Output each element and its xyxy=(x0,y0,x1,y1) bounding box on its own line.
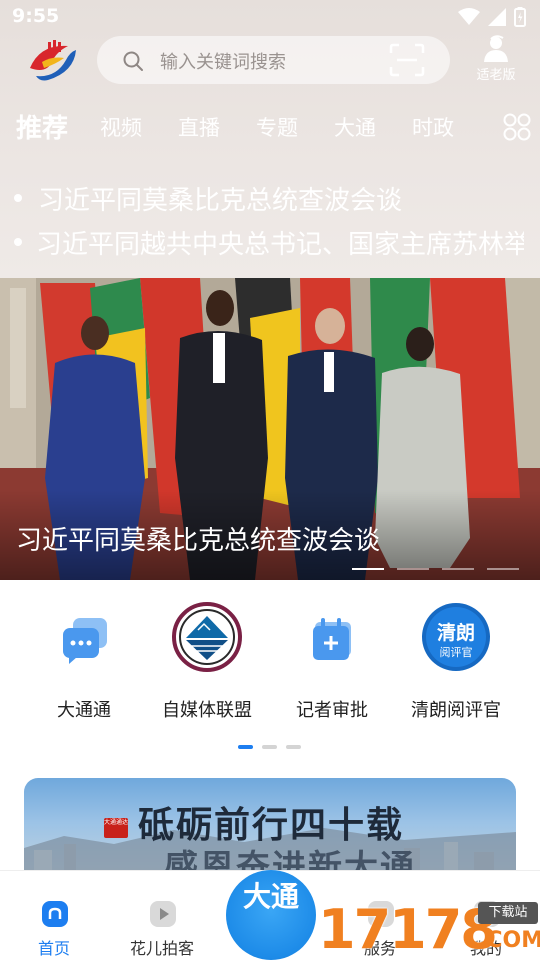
logo-text-sub: 阅评官 xyxy=(440,645,473,659)
ticker-text: 习近平同莫桑比克总统查波会谈 xyxy=(38,186,403,216)
tab-live[interactable]: 直播 xyxy=(178,112,220,142)
promo-banner[interactable]: 大通通达 砥砺前行四十载 感恩奋进新大通 xyxy=(24,778,516,878)
banner-dot xyxy=(352,568,384,570)
banner-caption: 习近平同莫桑比克总统查波会谈 xyxy=(16,526,381,556)
search-icon xyxy=(123,51,143,71)
ticker-item[interactable]: 习近平同莫桑比克总统查波会谈 xyxy=(14,176,524,216)
quick-link-reporter-approval[interactable]: 记者审批 xyxy=(272,600,392,730)
signal-icon xyxy=(488,8,506,26)
ticker-item[interactable]: 习近平同越共中央总书记、国家主席苏林举行会谈 xyxy=(14,220,524,260)
banner-indicator xyxy=(352,568,522,572)
quick-link-label: 记者审批 xyxy=(296,700,368,721)
status-icons xyxy=(458,7,526,27)
site-watermark: 17178 下载站 .COM xyxy=(318,898,540,960)
video-play-icon xyxy=(150,901,176,927)
headline-banner[interactable]: 习近平同莫桑比克总统查波会谈 xyxy=(0,278,540,580)
status-bar: 9:55 xyxy=(0,0,540,34)
tab-topics[interactable]: 专题 xyxy=(256,112,298,142)
media-alliance-logo xyxy=(172,602,242,672)
logo-text-main: 清朗 xyxy=(437,621,475,644)
elder-mode-icon xyxy=(484,35,508,62)
quick-link-label: 自媒体联盟 xyxy=(162,700,252,721)
center-button-label: 大通 xyxy=(242,880,299,913)
pager-dot xyxy=(238,745,253,749)
quick-link-datongtong[interactable]: 大通通 xyxy=(24,600,144,730)
tab-label: 首页 xyxy=(37,939,70,958)
banner-dot xyxy=(442,568,474,570)
pager-dot xyxy=(286,745,301,749)
home-icon xyxy=(42,901,68,927)
search-input[interactable]: 输入关键词搜索 xyxy=(160,48,286,74)
banner-dot xyxy=(487,568,519,570)
calendar-add-icon xyxy=(313,618,351,660)
pager-dot xyxy=(262,745,277,749)
bullet-icon xyxy=(14,194,22,202)
tab-huaer-paike[interactable]: 花儿拍客 xyxy=(112,871,212,960)
quick-link-label: 大通通 xyxy=(57,700,111,721)
scan-icon[interactable] xyxy=(389,43,425,77)
tab-politics[interactable]: 时政 xyxy=(412,112,454,142)
qinglang-reviewer-logo: 清朗 阅评官 xyxy=(422,603,490,671)
status-time: 9:55 xyxy=(12,5,60,27)
channel-tabs: 推荐 视频 直播 专题 大通 时政 xyxy=(0,106,500,150)
quick-link-label: 清朗阅评官 xyxy=(411,700,501,721)
tab-recommend[interactable]: 推荐 xyxy=(16,108,68,145)
tab-home[interactable]: 首页 xyxy=(4,871,104,960)
banner-dot xyxy=(397,568,429,570)
wifi-icon xyxy=(458,8,480,25)
ticker-text: 习近平同越共中央总书记、国家主席苏林举行会谈 xyxy=(36,230,524,260)
watermark-digits: 17178 xyxy=(318,898,498,960)
app-logo[interactable] xyxy=(26,38,78,84)
battery-icon xyxy=(514,7,526,27)
news-ticker: 习近平同莫桑比克总统查波会谈 习近平同越共中央总书记、国家主席苏林举行会谈 xyxy=(0,172,540,264)
elder-mode-button[interactable]: 适老版 xyxy=(468,34,524,86)
center-datong-button[interactable]: 大通 xyxy=(226,870,316,960)
tab-video[interactable]: 视频 xyxy=(100,112,142,142)
quick-link-media-alliance[interactable]: 自媒体联盟 xyxy=(147,600,267,730)
watermark-badge: 下载站 xyxy=(478,902,538,924)
promo-badge: 大通通达 xyxy=(104,818,128,838)
search-bar[interactable]: 输入关键词搜索 xyxy=(97,36,450,84)
channel-grid-icon[interactable] xyxy=(502,112,532,142)
bullet-icon xyxy=(14,238,22,246)
quick-link-qinglang-reviewer[interactable]: 清朗 阅评官 清朗阅评官 xyxy=(396,600,516,730)
watermark-suffix: .COM xyxy=(478,928,540,953)
tab-datong[interactable]: 大通 xyxy=(334,112,376,142)
chat-bubble-icon xyxy=(63,618,107,664)
quick-links: 大通通 自媒体联盟 记者审批 清朗 阅评官 清朗阅评官 xyxy=(0,600,540,730)
elder-mode-label: 适老版 xyxy=(476,68,516,83)
tab-label: 花儿拍客 xyxy=(129,939,194,958)
